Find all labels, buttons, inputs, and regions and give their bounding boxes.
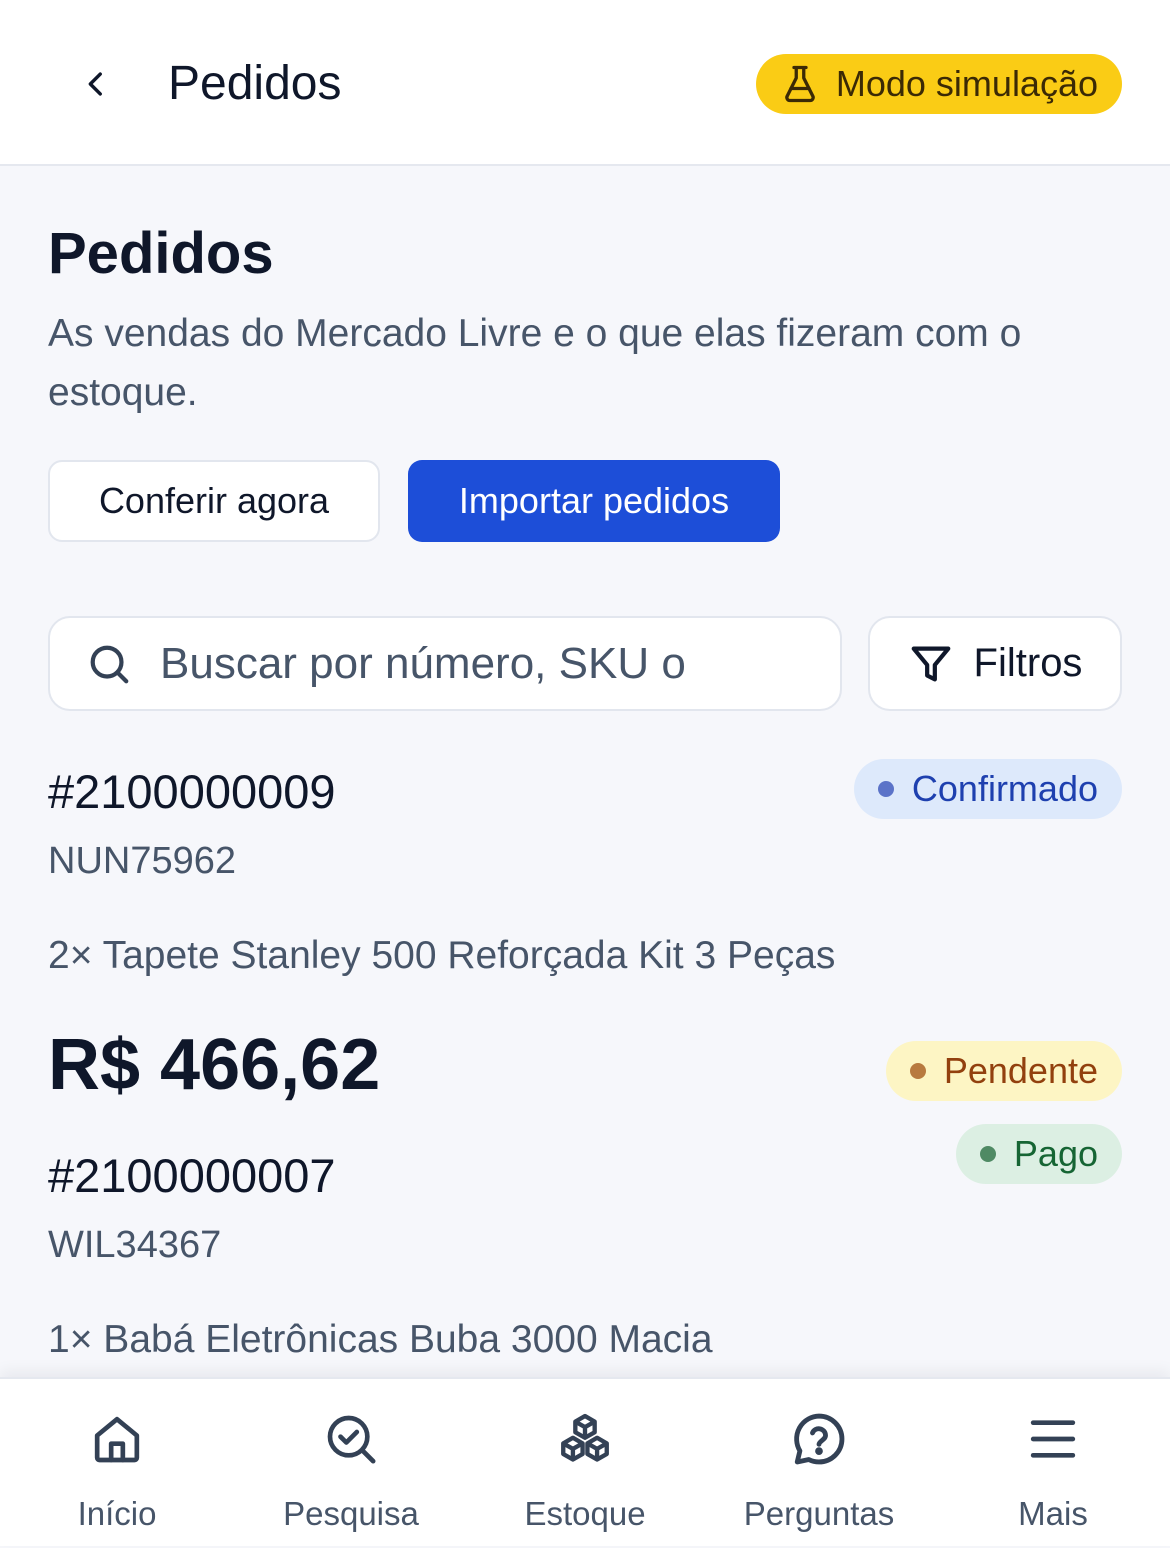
nav-item-mais[interactable]: Mais xyxy=(936,1379,1170,1548)
filters-label: Filtros xyxy=(973,641,1083,685)
search-icon xyxy=(90,645,129,683)
app-bar: Pedidos Modo simulação xyxy=(0,0,1170,166)
order-number: #2100000007 xyxy=(48,1149,336,1202)
search-input[interactable]: Buscar por número, SKU o xyxy=(48,616,842,711)
status-label: Confirmado xyxy=(911,768,1098,809)
status-badge: Pago xyxy=(955,1124,1122,1184)
payment-status-label: Pendente xyxy=(943,1050,1098,1091)
order-total: R$ 390,50 xyxy=(48,1348,380,1356)
payment-status-badge: Pendente xyxy=(885,1041,1122,1101)
check-now-button[interactable]: Conferir agora xyxy=(48,460,380,542)
nav-label: Estoque xyxy=(524,1495,646,1532)
order-items: 2× Tapete Stanley 500 Reforçada Kit 3 Pe… xyxy=(48,934,836,977)
status-label: Pago xyxy=(1013,1133,1098,1174)
order-number: #2100000009 xyxy=(48,765,336,818)
page-subtitle: As vendas do Mercado Livre e o que elas … xyxy=(48,312,1022,414)
home-icon xyxy=(94,1416,140,1463)
status-dot-icon xyxy=(877,781,894,797)
search-placeholder: Buscar por número, SKU o xyxy=(160,638,686,688)
back-button[interactable] xyxy=(66,54,126,114)
menu-icon xyxy=(1030,1420,1076,1458)
nav-item-perguntas[interactable]: Perguntas xyxy=(702,1379,936,1548)
order-code: WIL34367 xyxy=(48,1224,222,1266)
status-badge: Confirmado xyxy=(853,759,1122,819)
bottom-navigation: Início Pesquisa Estoque Perguntas Mais xyxy=(0,1377,1170,1546)
order-total: R$ 466,62 xyxy=(48,1025,381,1105)
app-bar-title: Pedidos xyxy=(168,57,342,110)
search-check-icon xyxy=(327,1415,376,1464)
nav-item-estoque[interactable]: Estoque xyxy=(468,1379,702,1548)
orders-list: #2100000009 Confirmado NUN75962 2× Tapet… xyxy=(48,756,1122,1356)
nav-label: Pesquisa xyxy=(283,1495,419,1532)
nav-item-inicio[interactable]: Início xyxy=(0,1379,234,1548)
simulation-mode-badge[interactable]: Modo simulação xyxy=(755,54,1122,114)
nav-item-pesquisa[interactable]: Pesquisa xyxy=(234,1379,468,1548)
question-bubble-icon xyxy=(794,1413,845,1465)
filter-icon xyxy=(911,646,950,681)
filters-button[interactable]: Filtros xyxy=(868,616,1122,711)
status-dot-icon xyxy=(909,1063,926,1079)
nav-label: Perguntas xyxy=(743,1495,895,1532)
boxes-icon xyxy=(561,1413,609,1462)
import-orders-button[interactable]: Importar pedidos xyxy=(408,460,780,542)
status-dot-icon xyxy=(979,1146,996,1162)
flask-icon xyxy=(785,65,815,103)
nav-label: Início xyxy=(77,1495,157,1532)
nav-label: Mais xyxy=(1018,1495,1088,1532)
simulation-mode-label: Modo simulação xyxy=(835,63,1098,104)
order-code: NUN75962 xyxy=(48,840,236,882)
page-title: Pedidos xyxy=(48,221,274,286)
chevron-left-icon xyxy=(88,72,102,96)
